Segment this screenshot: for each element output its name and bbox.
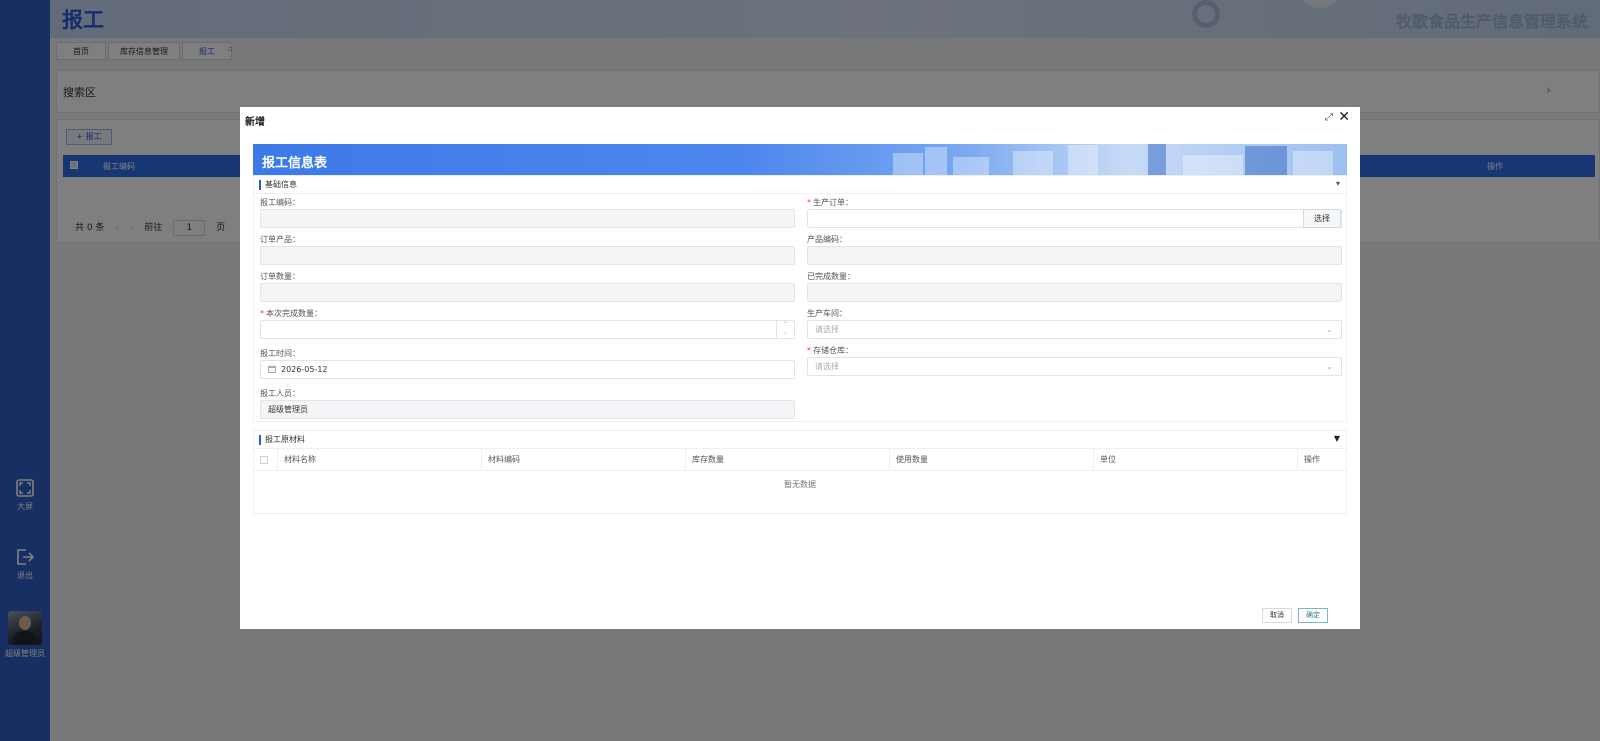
report-code-field[interactable] bbox=[260, 209, 795, 228]
maximize-icon[interactable]: ⤢ bbox=[1325, 112, 1333, 123]
col-actions: 操作 bbox=[1297, 449, 1346, 471]
caret-down-icon[interactable]: ▼ bbox=[1334, 434, 1340, 443]
select-order-button[interactable]: 选择 bbox=[1303, 209, 1341, 228]
chevron-down-icon: ⌄ bbox=[1326, 362, 1333, 371]
completed-qty-label: 已完成数量： bbox=[807, 272, 855, 281]
section-header[interactable]: 基础信息 ▾ bbox=[254, 176, 1346, 194]
col-stock-qty: 库存数量 bbox=[685, 449, 889, 471]
chevron-down-icon: ⌄ bbox=[1326, 325, 1333, 334]
order-qty-field[interactable] bbox=[260, 283, 795, 302]
reporter-label: 报工人员： bbox=[260, 389, 300, 398]
section-title: 报工原材料 bbox=[265, 435, 305, 444]
warehouse-label: * 存储仓库： bbox=[807, 346, 853, 355]
banner-title: 报工信息表 bbox=[262, 156, 328, 171]
col-usage-qty: 使用数量 bbox=[889, 449, 1093, 471]
report-code-label: 报工编码： bbox=[260, 198, 300, 207]
materials-section: 报工原材料 ▼ 材料名称 材料编码 库存数量 使用数量 单位 操作 暂无数据 bbox=[253, 430, 1347, 514]
form-banner: 报工信息表 bbox=[253, 144, 1347, 175]
workshop-label: 生产车间： bbox=[807, 309, 847, 318]
add-dialog: 新增 ⤢ ✕ 报工信息表 基础信息 ▾ 报工编码： 订单产品： 订单数量： * 本… bbox=[240, 107, 1360, 629]
production-order-field[interactable]: 选择 bbox=[807, 209, 1342, 228]
section-title: 基础信息 bbox=[265, 180, 297, 189]
col-unit: 单位 bbox=[1093, 449, 1297, 471]
col-material-name: 材料名称 bbox=[277, 449, 481, 471]
reporter-field[interactable]: 超级管理员 bbox=[260, 400, 795, 419]
quantity-stepper[interactable]: ⌃ ⌄ bbox=[776, 321, 794, 338]
production-order-label: * 生产订单： bbox=[807, 198, 853, 207]
order-qty-label: 订单数量： bbox=[260, 272, 300, 281]
select-all-checkbox[interactable] bbox=[260, 456, 268, 464]
dialog-title: 新增 bbox=[245, 117, 265, 128]
current-qty-label: * 本次完成数量： bbox=[260, 309, 322, 318]
basic-info-section: 基础信息 ▾ 报工编码： 订单产品： 订单数量： * 本次完成数量： ⌃ ⌄ 报工时… bbox=[253, 175, 1347, 422]
current-qty-input[interactable]: ⌃ ⌄ bbox=[260, 320, 795, 339]
confirm-button[interactable]: 确定 bbox=[1298, 608, 1328, 623]
product-code-label: 产品编码： bbox=[807, 235, 847, 244]
workshop-select[interactable]: 请选择 ⌄ bbox=[807, 320, 1342, 339]
calendar-icon bbox=[268, 366, 276, 373]
cancel-button[interactable]: 取消 bbox=[1262, 608, 1292, 623]
caret-down-icon[interactable]: ▾ bbox=[1336, 179, 1340, 188]
empty-state: 暂无数据 bbox=[784, 480, 816, 489]
product-code-field[interactable] bbox=[807, 246, 1342, 265]
table-header: 材料名称 材料编码 库存数量 使用数量 单位 操作 bbox=[254, 449, 1346, 471]
completed-qty-field[interactable] bbox=[807, 283, 1342, 302]
section-header[interactable]: 报工原材料 ▼ bbox=[254, 431, 1346, 449]
report-time-label: 报工时间： bbox=[260, 349, 300, 358]
order-product-label: 订单产品： bbox=[260, 235, 300, 244]
report-time-picker[interactable]: 2026-05-12 bbox=[260, 360, 795, 379]
warehouse-select[interactable]: 请选择 ⌄ bbox=[807, 357, 1342, 376]
order-product-field[interactable] bbox=[260, 246, 795, 265]
col-material-code: 材料编码 bbox=[481, 449, 685, 471]
close-icon[interactable]: ✕ bbox=[1338, 109, 1350, 125]
